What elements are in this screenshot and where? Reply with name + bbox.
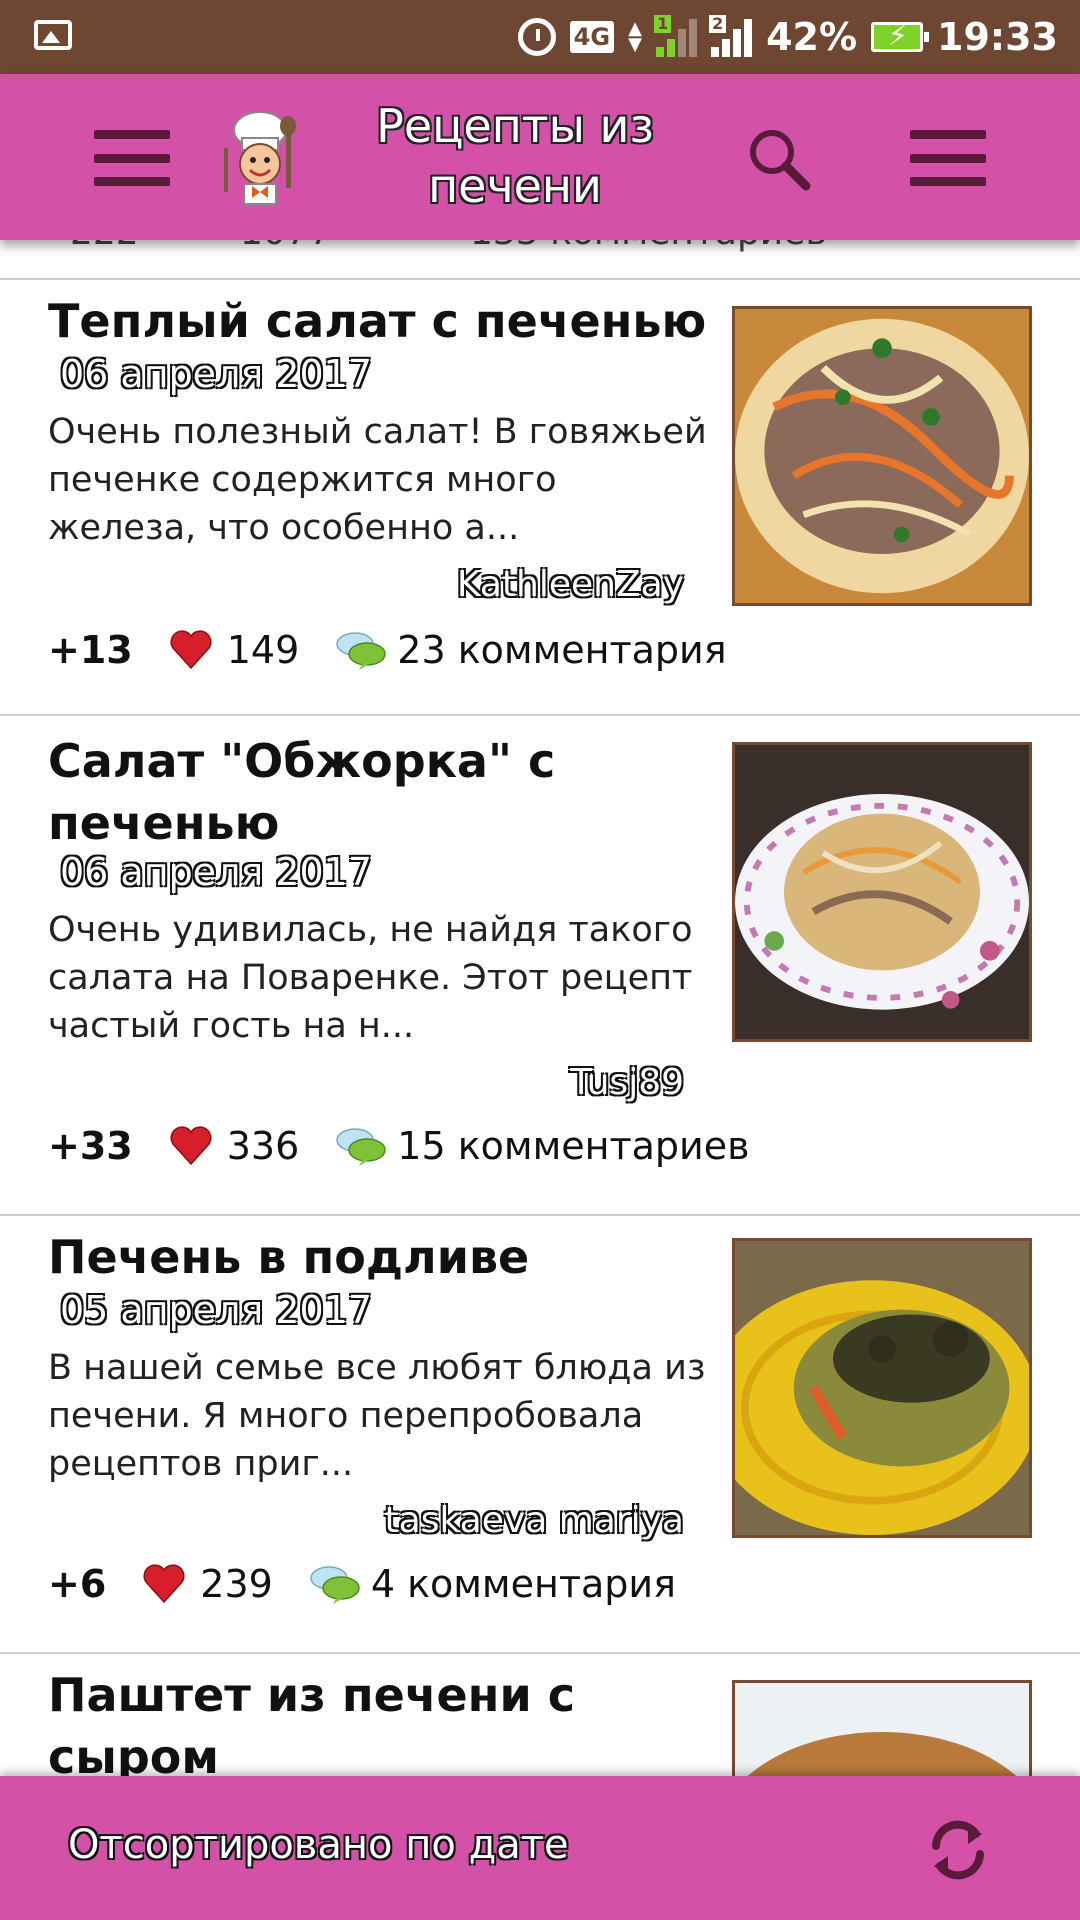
overflow-menu-icon[interactable]: [910, 130, 986, 186]
recipe-title[interactable]: Теплый салат с печенью: [48, 290, 708, 352]
recipe-score: +33: [48, 1124, 133, 1168]
recipe-date: 06 апреля 2017: [60, 850, 372, 894]
data-activity-icon: ▲ ▼: [628, 18, 642, 55]
heart-icon[interactable]: [142, 1562, 186, 1606]
recipe-list[interactable]: 222 1077 133 комментариев Теплый салат с…: [0, 240, 1080, 1776]
prev-likes: 1077: [240, 240, 332, 253]
search-icon[interactable]: [744, 124, 814, 194]
recipe-author[interactable]: KathleenZay: [457, 564, 684, 605]
recipe-score: +13: [48, 628, 133, 672]
app-bar: Рецепты из печени: [0, 74, 1080, 240]
recipe-title[interactable]: Печень в подливе: [48, 1226, 708, 1288]
recipe-stats: +6 239 4 комментария: [48, 1558, 676, 1610]
recipe-author[interactable]: Tusj89: [570, 1062, 684, 1103]
recipe-title[interactable]: Паштет из печени с сыром: [48, 1664, 708, 1776]
menu-icon[interactable]: [94, 130, 170, 186]
bottom-bar: Отсортировано по дате: [0, 1776, 1080, 1920]
recipe-description: В нашей семье все любят блюда из печени.…: [48, 1348, 706, 1484]
recipe-author[interactable]: taskaeva mariya: [385, 1500, 684, 1541]
refresh-icon[interactable]: [920, 1812, 996, 1888]
recipe-title[interactable]: Салат "Обжорка" с печенью: [48, 730, 708, 854]
gallery-notification-icon: [34, 20, 72, 50]
app-title: Рецепты из печени: [376, 99, 654, 213]
prev-score: 222: [70, 240, 139, 253]
comments-icon[interactable]: [335, 1124, 387, 1168]
heart-icon[interactable]: [169, 628, 213, 672]
recipe-description: Очень полезный салат! В говяжьей печенке…: [48, 412, 707, 548]
battery-percent: 42%: [766, 15, 858, 59]
recipe-comments[interactable]: 4 комментария: [371, 1562, 676, 1606]
chef-logo[interactable]: [218, 108, 308, 206]
recipe-card[interactable]: Салат "Обжорка" с печенью 06 апреля 2017…: [0, 716, 1080, 1214]
battery-charging-icon: ⚡: [871, 19, 930, 52]
recipe-card[interactable]: Паштет из печени с сыром: [0, 1654, 1080, 1776]
recipe-image[interactable]: [732, 1238, 1032, 1538]
recipe-date: 05 апреля 2017: [60, 1288, 372, 1332]
recipe-image[interactable]: [732, 742, 1032, 1042]
recipe-likes: 239: [200, 1562, 273, 1606]
recipe-likes: 149: [226, 628, 300, 672]
sort-label[interactable]: Отсортировано по дате: [68, 1822, 569, 1868]
recipe-stats: +13 149 23 комментария: [48, 624, 727, 676]
comments-icon[interactable]: [309, 1562, 361, 1606]
recipe-card[interactable]: Печень в подливе 05 апреля 2017 В нашей …: [0, 1216, 1080, 1652]
alarm-icon: [517, 18, 556, 56]
recipe-image[interactable]: [732, 1680, 1032, 1776]
recipe-score: +6: [48, 1562, 107, 1606]
recipe-likes: 336: [226, 1124, 300, 1168]
heart-icon[interactable]: [169, 1124, 213, 1168]
status-bar: 4G ▲ ▼ 1 2 42% ⚡ 19:33: [0, 0, 1080, 74]
recipe-comments[interactable]: 23 комментария: [397, 628, 726, 672]
sim2-signal-icon: 2: [709, 15, 753, 57]
recipe-stats: +33 336 15 комментариев: [48, 1120, 749, 1172]
recipe-description: Очень удивилась, не найдя такого салата …: [48, 910, 693, 1046]
comments-icon[interactable]: [335, 628, 387, 672]
recipe-image[interactable]: [732, 306, 1032, 606]
sim1-signal-icon: 1: [654, 15, 698, 57]
clock: 19:33: [937, 15, 1058, 59]
sim1-number: 1: [654, 15, 672, 33]
recipe-card[interactable]: Теплый салат с печенью 06 апреля 2017 Оч…: [0, 280, 1080, 714]
prev-comments: 133 комментариев: [470, 240, 827, 253]
recipe-comments[interactable]: 15 комментариев: [397, 1124, 749, 1168]
previous-item-stats: 222 1077 133 комментариев: [0, 240, 1080, 268]
recipe-date: 06 апреля 2017: [60, 352, 372, 396]
network-type: 4G: [569, 21, 615, 53]
sim2-number: 2: [709, 15, 727, 33]
